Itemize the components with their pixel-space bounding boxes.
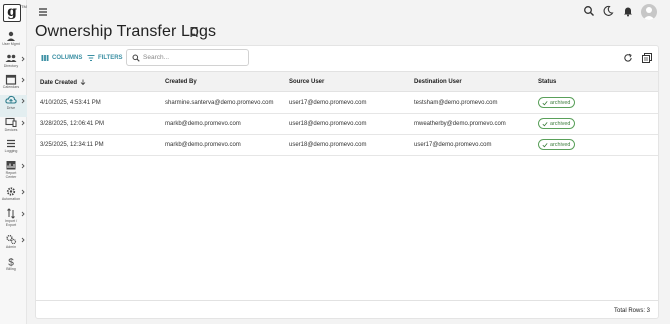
search-input[interactable] [143,52,243,63]
column-header-destination-user[interactable]: Destination User [414,79,462,85]
svg-text:$: $ [8,258,14,268]
drive-icon [5,95,17,104]
cell-date-created: 3/28/2025, 12:06:41 PM [40,121,105,127]
chart-icon [6,161,16,170]
sidebar-item-admin[interactable]: Admin [0,234,27,256]
status-label: archived [550,120,571,127]
sidebar-item-label: Calendars [2,85,20,89]
data-grid-panel: COLUMNS FILTERS Date Created Created By … [35,45,659,319]
filters-button[interactable]: FILTERS [87,53,123,63]
filters-label: FILTERS [98,55,123,61]
export-icon[interactable] [642,53,652,63]
page-title: Ownership Transfer Logs [35,23,217,40]
sidebar-item-drive[interactable]: Drive [0,95,27,117]
sidebar-item-label: Devices [4,128,18,132]
chevron-right-icon [21,77,25,83]
filter-icon [87,55,95,61]
chevron-right-icon [21,189,25,195]
chevron-right-icon [21,163,25,169]
sidebar-item-import-export[interactable]: Import / Export [0,208,27,230]
sidebar-item-label: Import / Export [4,219,18,227]
refresh-icon[interactable] [623,53,633,63]
sidebar-item-user-mgmt[interactable]: User Mgmt [0,31,27,53]
sidebar-item-calendars[interactable]: Calendars [0,74,27,96]
search-icon[interactable] [583,5,595,17]
chevron-right-icon [21,120,25,126]
cell-source-user: user18@demo.promevo.com [289,142,367,148]
sidebar-item-label: Drive [6,106,16,110]
cell-date-created: 3/25/2025, 12:34:11 PM [40,142,104,148]
column-header-status[interactable]: Status [538,79,556,85]
bookmark-icon[interactable] [190,27,198,37]
users-icon [5,54,17,62]
sidebar-item-billing[interactable]: $ Billing [0,256,27,278]
status-badge: archived [538,118,576,129]
cell-created-by: markb@demo.promevo.com [165,121,241,127]
columns-button[interactable]: COLUMNS [41,53,82,63]
chevron-right-icon [21,56,25,62]
status-label: archived [550,99,571,106]
sort-descending-icon[interactable] [80,79,86,85]
column-header-date-created[interactable]: Date Created [40,79,86,86]
table-footer: Total Rows: 3 [36,300,658,319]
devices-icon [5,117,17,127]
column-header-created-by[interactable]: Created By [165,79,197,85]
chevron-right-icon [21,211,25,217]
cell-destination-user: mweatherby@demo.promevo.com [414,121,506,127]
sidebar-item-devices[interactable]: Devices [0,117,27,139]
cell-destination-user: user17@demo.promevo.com [414,142,492,148]
cell-destination-user: testsham@demo.promevo.com [414,100,498,106]
sidebar-item-automation[interactable]: Automation [0,186,27,208]
user-icon [7,31,15,41]
avatar[interactable] [641,4,657,20]
dollar-icon: $ [8,258,14,268]
cell-source-user: user18@demo.promevo.com [289,121,367,127]
chevron-right-icon [21,237,25,243]
sidebar-item-directory[interactable]: Directory [0,53,27,75]
sidebar-item-label: Automation [1,197,21,201]
sidebar-item-label: Admin [5,245,17,249]
total-rows: Total Rows: 3 [613,308,650,314]
column-header-source-user[interactable]: Source User [289,79,324,85]
admin-gears-icon [6,234,17,245]
sidebar-item-label: Billing [6,267,16,271]
search-field[interactable] [126,49,249,66]
table-header: Date Created Created By Source User Dest… [36,71,658,92]
status-label: archived [550,141,571,148]
gear-icon [6,187,16,196]
notifications-bell-icon[interactable] [622,5,634,17]
sidebar-item-label: Directory [3,64,19,68]
sidebar-item-label: Logging [4,149,18,153]
sidebar: g TM User Mgmt Directory Calendars Drive… [0,0,27,324]
sidebar-item-report-center[interactable]: Report Center [0,160,27,182]
logo-trademark: TM [21,4,27,9]
check-icon [542,142,548,147]
search-icon [132,54,140,62]
cell-source-user: user17@demo.promevo.com [289,100,367,106]
sidebar-item-label: Report Center [5,171,17,179]
columns-label: COLUMNS [52,55,83,61]
columns-icon [41,55,49,61]
table-row[interactable]: 4/10/2025, 4:53:41 PM sharmine.santerva@… [36,93,658,114]
dark-mode-icon[interactable] [602,5,614,17]
cell-created-by: markb@demo.promevo.com [165,142,241,148]
sidebar-item-logging[interactable]: Logging [0,138,27,160]
check-icon [542,100,548,105]
cell-created-by: sharmine.santerva@demo.promevo.com [165,100,274,106]
table-row[interactable]: 3/25/2025, 12:34:11 PM markb@demo.promev… [36,135,658,156]
status-badge: archived [538,97,576,108]
sidebar-item-label: User Mgmt [2,42,20,46]
app-logo[interactable]: g [3,4,21,22]
table-row[interactable]: 3/28/2025, 12:06:41 PM markb@demo.promev… [36,114,658,135]
chevron-right-icon [21,98,25,104]
import-export-icon [7,208,15,219]
user-avatar-icon [643,7,655,20]
menu-icon[interactable] [38,7,48,17]
check-icon [542,121,548,126]
calendar-icon [5,74,17,85]
column-header-label: Date Created [40,80,78,86]
list-icon [7,139,15,148]
cell-date-created: 4/10/2025, 4:53:41 PM [40,100,101,106]
status-badge: archived [538,139,576,150]
